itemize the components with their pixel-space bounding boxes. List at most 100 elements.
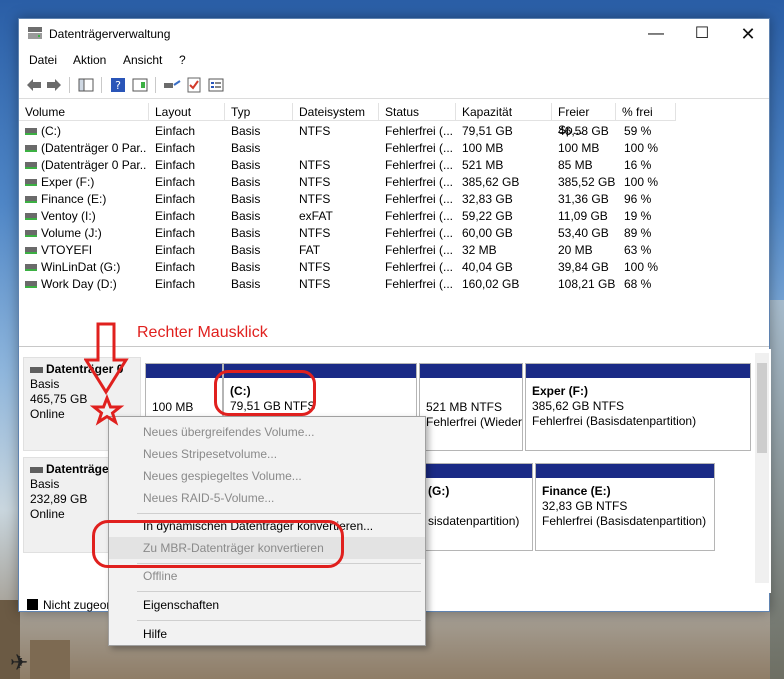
table-row[interactable]: Exper (F:) Einfach Basis NTFS Fehlerfrei (..…	[19, 174, 769, 191]
column-header-prozent-frei[interactable]: % frei	[616, 103, 676, 121]
cell-layout: Einfach	[155, 260, 196, 274]
partition-g[interactable]: (G:) sisdatenpartition)	[421, 463, 533, 551]
drive-icon	[25, 213, 37, 220]
toolbar-separator	[69, 77, 70, 93]
table-row[interactable]: Work Day (D:) Einfach Basis NTFS Fehlerfrei …	[19, 276, 769, 293]
cell-dateisystem: FAT	[299, 243, 321, 257]
partition-bar	[536, 464, 714, 478]
menu-ansicht[interactable]: Ansicht	[123, 53, 162, 67]
cell-freier-speicher: 108,21 GB	[558, 277, 616, 291]
cell-typ: Basis	[231, 124, 261, 138]
column-header-status[interactable]: Status	[379, 103, 456, 121]
cell-volume: Volume (J:)	[41, 226, 102, 240]
menu-offline[interactable]: Offline	[109, 565, 425, 587]
cell-volume: Exper (F:)	[41, 175, 95, 189]
menu-separator	[137, 513, 421, 514]
table-row[interactable]: Finance (E:) Einfach Basis NTFS Fehlerfrei (…	[19, 191, 769, 208]
scrollbar-thumb[interactable]	[757, 363, 767, 453]
partition-bar	[422, 464, 532, 478]
cell-dateisystem: exFAT	[299, 209, 333, 223]
menu-datei[interactable]: Datei	[29, 53, 57, 67]
drive-icon	[25, 145, 37, 152]
cell-typ: Basis	[231, 141, 261, 155]
cell-layout: Einfach	[155, 175, 196, 189]
column-header-layout[interactable]: Layout	[149, 103, 225, 121]
table-row[interactable]: Volume (J:) Einfach Basis NTFS Fehlerfrei (.…	[19, 225, 769, 242]
cell-layout: Einfach	[155, 277, 196, 291]
console-tree-icon[interactable]	[77, 76, 95, 94]
cell-freier-speicher: 85 MB	[558, 158, 593, 172]
cell-typ: Basis	[231, 175, 261, 189]
partition-exper-f[interactable]: Exper (F:) 385,62 GB NTFS Fehlerfrei (Ba…	[525, 363, 751, 451]
window-title: Datenträgerverwaltung	[49, 27, 171, 41]
list-view-icon[interactable]	[207, 76, 225, 94]
table-row[interactable]: VTOYEFI Einfach Basis FAT Fehlerfrei (... 32 …	[19, 242, 769, 259]
cell-freier-speicher: 53,40 GB	[558, 226, 609, 240]
column-header-dateisystem[interactable]: Dateisystem	[293, 103, 379, 121]
cell-freier-speicher: 11,09 GB	[558, 209, 608, 223]
cell-dateisystem: NTFS	[299, 192, 331, 206]
cell-status: Fehlerfrei (...	[385, 141, 454, 155]
cell-prozent-frei: 59 %	[624, 124, 652, 138]
column-header-kapazitaet[interactable]: Kapazität	[456, 103, 552, 121]
drive-icon	[25, 196, 37, 203]
menu-new-raid5-volume[interactable]: Neues RAID-5-Volume...	[109, 487, 425, 509]
close-button[interactable]: ✕	[725, 19, 771, 49]
cell-kapazitaet: 160,02 GB	[462, 277, 520, 291]
table-row[interactable]: (Datenträger 0 Par... Einfach Basis NTFS Feh…	[19, 157, 769, 174]
cell-volume: Ventoy (I:)	[41, 209, 96, 223]
partition-line: sisdatenpartition)	[428, 514, 520, 528]
cell-kapazitaet: 59,22 GB	[462, 209, 513, 223]
menu-new-mirrored-volume[interactable]: Neues gespiegeltes Volume...	[109, 465, 425, 487]
partition-bar	[526, 364, 750, 378]
drive-icon	[25, 281, 37, 288]
table-row[interactable]: (C:) Einfach Basis NTFS Fehlerfrei (... 79,51…	[19, 123, 769, 140]
menu-new-spanned-volume[interactable]: Neues übergreifendes Volume...	[109, 421, 425, 443]
annotation-note: Rechter Mausklick	[137, 324, 268, 341]
column-header-typ[interactable]: Typ	[225, 103, 293, 121]
svg-text:?: ?	[115, 79, 121, 92]
partition-status: Fehlerfrei (Basisdatenpartition)	[542, 514, 707, 528]
cell-kapazitaet: 60,00 GB	[462, 226, 513, 240]
column-header-freier-speicher[interactable]: Freier Sp...	[552, 103, 616, 137]
partition-finance-e[interactable]: Finance (E:) 32,83 GB NTFS Fehlerfrei (B…	[535, 463, 715, 551]
menu-aktion[interactable]: Aktion	[73, 53, 106, 67]
cell-volume: (Datenträger 0 Par...	[41, 158, 147, 172]
volume-list: Volume Layout Typ Dateisystem Status Kap…	[19, 103, 769, 347]
partition-recovery[interactable]: 521 MB NTFS Fehlerfrei (Wieder	[419, 363, 523, 451]
partition-title: Exper (F:)	[532, 384, 589, 398]
table-row[interactable]: WinLinDat (G:) Einfach Basis NTFS Fehlerfrei…	[19, 259, 769, 276]
menu-properties[interactable]: Eigenschaften	[109, 594, 425, 616]
cell-kapazitaet: 385,62 GB	[462, 175, 520, 189]
annotation-arrow-and-star-icon	[84, 322, 129, 426]
forward-arrow-icon[interactable]	[45, 76, 63, 94]
help-icon[interactable]: ?	[109, 76, 127, 94]
drive-icon	[25, 230, 37, 237]
cell-status: Fehlerfrei (...	[385, 209, 454, 223]
title-bar[interactable]: Datenträgerverwaltung — ☐ ✕	[19, 19, 769, 49]
disk-view-scrollbar[interactable]	[755, 353, 769, 583]
back-arrow-icon[interactable]	[25, 76, 43, 94]
cell-typ: Basis	[231, 209, 261, 223]
menu-help[interactable]: ?	[179, 53, 186, 67]
menu-new-striped-volume[interactable]: Neues Stripesetvolume...	[109, 443, 425, 465]
properties-pane-icon[interactable]	[131, 76, 149, 94]
table-row[interactable]: (Datenträger 0 Par... Einfach Basis Fehlerf…	[19, 140, 769, 157]
cell-prozent-frei: 16 %	[624, 158, 652, 172]
cell-layout: Einfach	[155, 158, 196, 172]
column-header-volume[interactable]: Volume	[19, 103, 149, 121]
table-row[interactable]: Ventoy (I:) Einfach Basis exFAT Fehlerfrei (…	[19, 208, 769, 225]
disk-icon	[30, 466, 43, 473]
cell-layout: Einfach	[155, 209, 196, 223]
minimize-button[interactable]: —	[633, 19, 679, 49]
maximize-button[interactable]: ☐	[679, 19, 725, 49]
partition-status: Fehlerfrei (Wieder	[426, 415, 523, 429]
cell-freier-speicher: 100 MB	[558, 141, 600, 155]
menu-help[interactable]: Hilfe	[109, 623, 425, 645]
menu-bar: Datei Aktion Ansicht ?	[19, 49, 769, 71]
desktop-background-building	[30, 640, 70, 679]
checklist-icon[interactable]	[185, 76, 203, 94]
connect-disk-icon[interactable]	[163, 76, 181, 94]
cell-volume: VTOYEFI	[41, 243, 93, 257]
cell-freier-speicher: 31,36 GB	[558, 192, 609, 206]
